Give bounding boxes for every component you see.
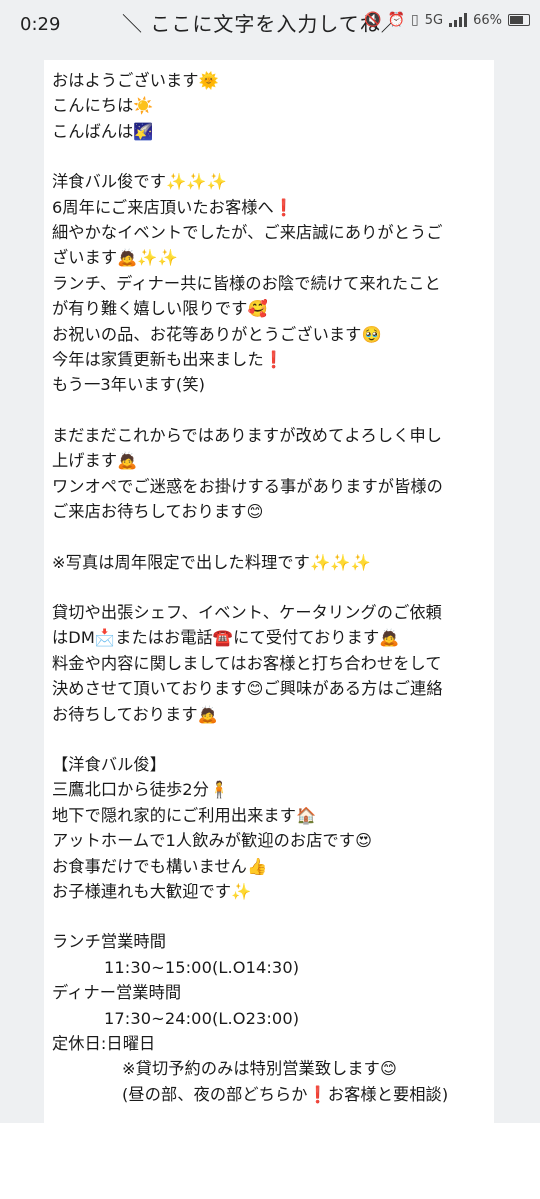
text-line: 今年は家賃更新も出来ました❗ <box>52 350 284 370</box>
text-line: ご来店お待ちしております😊 <box>52 502 264 522</box>
lunch-hours-label: ランチ営業時間 <box>52 932 167 952</box>
message-body: おはようございます🌞 こんにちは☀️ こんばんは🌠 洋食バル俊です✨✨✨ 6周年… <box>44 60 494 1107</box>
text-line: 上げます🙇 <box>52 451 138 471</box>
text-line: が有り難く嬉しい限りです🥰 <box>52 299 268 319</box>
text-line: もう一3年います(笑) <box>52 375 206 395</box>
vibrate-icon: ▯ <box>411 12 419 28</box>
status-icons: 🔇 ⏰ ▯ 5G 66% <box>364 12 530 28</box>
message-card: おはようございます🌞 こんにちは☀️ こんばんは🌠 洋食バル俊です✨✨✨ 6周年… <box>44 60 494 1123</box>
battery-percent: 66% <box>473 12 502 28</box>
battery-icon <box>508 14 530 26</box>
thanks-paragraph: まだまだこれからではありますが改めてよろしく申し 上げます🙇 ワンオペでご迷惑を… <box>52 423 494 525</box>
text-line: 6周年にご来店頂いたお客様へ❗ <box>52 197 295 217</box>
reservation-note-detail: (昼の部、夜の部どちらか❗お客様と要相談) <box>122 1084 449 1104</box>
text-line: ワンオペでご迷惑をお掛けする事がありますが皆様の <box>52 476 443 496</box>
text-line: おはようございます🌞 <box>52 71 219 90</box>
booking-paragraph: 貸切や出張シェフ、イベント、ケータリングのご依頼 はDM📩またはお電話☎️にて受… <box>52 600 494 727</box>
text-line: お祝いの品、お花等ありがとうございます🥹 <box>52 324 382 344</box>
shop-name: 【洋食バル俊】 <box>52 754 167 774</box>
overlay-caption: ＼ ここに文字を入力してね／ <box>122 12 402 36</box>
alarm-icon: ⏰ <box>387 12 406 28</box>
text-line: お子様連れも大歓迎です✨ <box>52 881 252 901</box>
dinner-hours-time: 17:30~24:00(L.O23:00) <box>104 1008 300 1028</box>
text-line: ランチ、ディナー共に皆様のお陰で続けて来れたこと <box>52 273 441 293</box>
text-line: 三鷹北口から徒歩2分🧍 <box>52 780 230 800</box>
lunch-hours-time: 11:30~15:00(L.O14:30) <box>104 957 300 977</box>
text-line: 洋食バル俊です✨✨✨ <box>52 172 227 192</box>
shop-info-paragraph: 【洋食バル俊】 三鷹北口から徒歩2分🧍 地下で隠れ家的にご利用出来ます🏠 アット… <box>52 752 494 904</box>
text-line: ※写真は周年限定で出した料理です✨✨✨ <box>52 552 371 572</box>
network-type: 5G <box>424 12 444 28</box>
photo-note-paragraph: ※写真は周年限定で出した料理です✨✨✨ <box>52 550 494 575</box>
anniversary-paragraph: 洋食バル俊です✨✨✨ 6周年にご来店頂いたお客様へ❗ 細やかなイベントでしたが、… <box>52 169 494 398</box>
text-line: お待ちしております🙇 <box>52 704 218 724</box>
text-line: お食事だけでも構いません👍 <box>52 856 268 876</box>
text-line: 貸切や出張シェフ、イベント、ケータリングのご依頼 <box>52 602 442 622</box>
text-line: 地下で隠れ家的にご利用出来ます🏠 <box>52 805 317 825</box>
text-line: 決めさせて頂いております😊ご興味がある方はご連絡 <box>52 679 443 699</box>
bottom-blank-area <box>0 1123 540 1199</box>
greeting-paragraph: おはようございます🌞 こんにちは☀️ こんばんは🌠 <box>52 68 494 144</box>
text-line: ざいます🙇✨✨ <box>52 248 178 268</box>
reservation-note: ※貸切予約のみは特別営業致します😊 <box>122 1059 397 1079</box>
text-line: こんにちは☀️ <box>52 96 154 116</box>
text-line: こんばんは🌠 <box>52 121 154 141</box>
closed-day: 定休日:日曜日 <box>52 1034 156 1053</box>
dinner-hours-label: ディナー営業時間 <box>52 983 182 1003</box>
text-line: はDM📩またはお電話☎️にて受付ております🙇 <box>52 628 400 648</box>
mute-icon: 🔇 <box>364 12 382 28</box>
text-line: 細やかなイベントでしたが、ご来店誠にありがとうご <box>52 223 443 243</box>
text-line: アットホームで1人飲みが歓迎のお店です😍 <box>52 831 373 851</box>
text-line: まだまだこれからではありますが改めてよろしく申し <box>52 425 443 445</box>
hours-paragraph: ランチ営業時間 11:30~15:00(L.O14:30) ディナー営業時間 1… <box>52 929 494 1107</box>
text-line: 料金や内容に関しましてはお客様と打ち合わせをして <box>52 653 442 673</box>
signal-icon <box>449 13 468 27</box>
status-time: 0:29 <box>20 14 61 35</box>
status-bar: 0:29 ＼ ここに文字を入力してね／ 🔇 ⏰ ▯ 5G 66% <box>0 0 540 50</box>
